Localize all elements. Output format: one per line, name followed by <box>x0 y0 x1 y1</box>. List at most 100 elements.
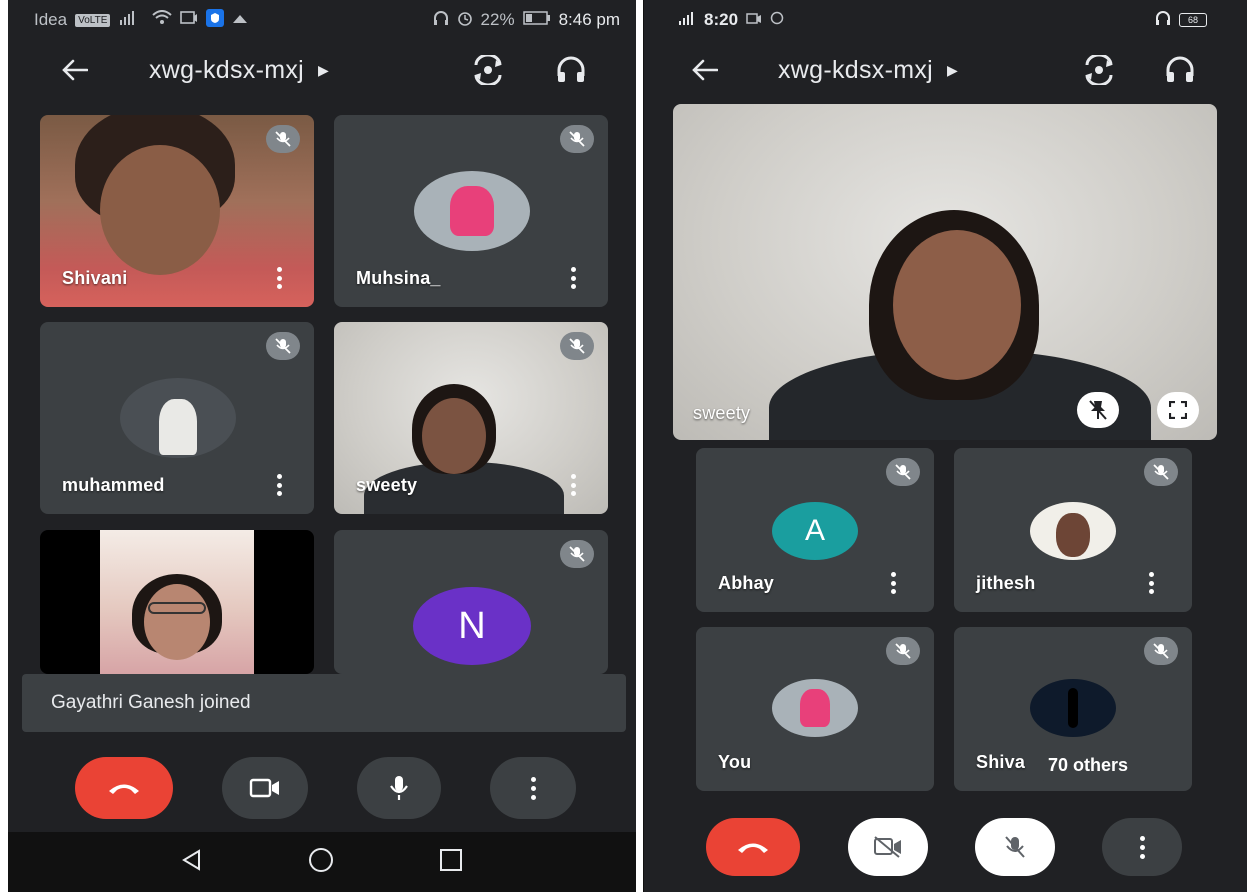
alarm-icon <box>457 10 473 31</box>
clock: 8:46 pm <box>558 10 620 29</box>
avatar-letter: A <box>804 514 825 547</box>
participant-avatar <box>1030 679 1116 737</box>
back-arrow-icon[interactable] <box>60 55 90 85</box>
headphones-icon[interactable] <box>1163 53 1197 87</box>
featured-participant-sweety[interactable]: sweety <box>673 104 1217 440</box>
clock: 8:20 <box>704 10 739 29</box>
microphone-icon <box>390 776 408 800</box>
participant-name: Abhay <box>718 573 775 593</box>
android-navigation-bar <box>8 832 636 892</box>
video-camera-icon <box>249 778 279 798</box>
hang-up-icon <box>109 784 139 794</box>
caret-right-icon: ▶ <box>318 61 330 78</box>
shield-icon <box>206 8 225 32</box>
status-bar: 8:20 68 <box>644 0 1247 40</box>
participant-tile-n[interactable]: N <box>334 530 608 674</box>
participant-tile-abhay[interactable]: A Abhay <box>696 448 934 612</box>
headphones-icon[interactable] <box>554 53 588 87</box>
end-call-button[interactable] <box>706 818 800 876</box>
signal-icon <box>118 10 144 31</box>
fullscreen-button[interactable] <box>1157 392 1199 428</box>
more-options-button[interactable] <box>1102 818 1182 876</box>
more-options-button[interactable] <box>490 757 576 819</box>
muted-mic-icon <box>886 458 920 486</box>
headset-status-icon <box>1155 10 1171 31</box>
meeting-header: xwg-kdsx-mxj ▶ <box>644 45 1247 95</box>
camera-off-button[interactable] <box>848 818 928 876</box>
camera-off-icon <box>874 836 901 858</box>
participant-tile-shiva[interactable]: Shiva 70 others <box>954 627 1192 791</box>
more-vert-icon <box>1139 835 1145 859</box>
switch-camera-icon[interactable] <box>1082 53 1116 87</box>
microphone-off-icon <box>1005 836 1025 858</box>
meeting-code: xwg-kdsx-mxj <box>778 55 933 84</box>
participant-tile-shivani[interactable]: Shivani <box>40 115 314 307</box>
participant-avatar <box>120 378 236 458</box>
nav-home-icon[interactable] <box>308 847 334 878</box>
muted-mic-icon <box>560 540 594 568</box>
more-vert-icon <box>530 776 536 800</box>
unpin-button[interactable] <box>1077 392 1119 428</box>
join-notification: Gayathri Ganesh joined <box>22 674 626 732</box>
participant-tile-sweety[interactable]: sweety <box>334 322 608 514</box>
muted-mic-icon <box>266 332 300 360</box>
participant-avatar <box>772 679 858 737</box>
muted-mic-icon <box>1144 458 1178 486</box>
participant-name: muhammed <box>62 475 165 495</box>
microphone-off-button[interactable] <box>975 818 1055 876</box>
others-count-button[interactable]: 70 others <box>1034 749 1143 782</box>
participant-name: Shivani <box>62 268 128 288</box>
muted-mic-icon <box>886 637 920 665</box>
participant-avatar-letter: N <box>413 587 531 665</box>
meeting-header: xwg-kdsx-mxj ▶ <box>8 45 636 95</box>
nav-back-icon[interactable] <box>181 848 203 876</box>
participant-tile-muhsina[interactable]: Muhsina_ <box>334 115 608 307</box>
signal-icon <box>678 11 696 29</box>
fullscreen-icon <box>1169 401 1187 419</box>
more-options-icon[interactable] <box>274 267 284 289</box>
participant-name: Muhsina_ <box>356 268 441 288</box>
cast-icon <box>180 10 198 30</box>
switch-camera-icon[interactable] <box>471 53 505 87</box>
participant-name: sweety <box>693 403 751 423</box>
right-phone-screen: 8:20 68 xwg-kdsx-mxj ▶ sweety A Abhay ji… <box>643 0 1247 892</box>
battery-icon: 68 <box>1179 13 1207 27</box>
glasses <box>148 602 206 614</box>
more-options-icon[interactable] <box>888 572 898 594</box>
more-options-icon[interactable] <box>1146 572 1156 594</box>
participant-tile-jithesh[interactable]: jithesh <box>954 448 1192 612</box>
unpin-icon <box>1089 400 1107 420</box>
more-options-icon[interactable] <box>568 474 578 496</box>
status-bar: Idea VoLTE 22% 8:46 pm <box>8 0 636 40</box>
cast-icon <box>746 10 762 30</box>
back-arrow-icon[interactable] <box>690 55 720 85</box>
meeting-code-button[interactable]: xwg-kdsx-mxj ▶ <box>149 56 329 85</box>
hang-up-icon <box>738 843 768 853</box>
participant-video <box>100 530 254 674</box>
caret-right-icon: ▶ <box>947 61 959 78</box>
battery-icon <box>522 10 551 30</box>
meeting-code-button[interactable]: xwg-kdsx-mxj ▶ <box>778 56 958 85</box>
participant-tile-muhammed[interactable]: muhammed <box>40 322 314 514</box>
participant-name: You <box>718 752 752 772</box>
participant-name: jithesh <box>976 573 1036 593</box>
participant-tile-you[interactable]: You <box>696 627 934 791</box>
volte-badge: VoLTE <box>75 13 111 27</box>
whatsapp-icon <box>770 10 784 30</box>
muted-mic-icon <box>560 332 594 360</box>
more-options-icon[interactable] <box>274 474 284 496</box>
muted-mic-icon <box>560 125 594 153</box>
muted-mic-icon <box>1144 637 1178 665</box>
carrier-label: Idea <box>34 10 68 29</box>
avatar-letter: N <box>458 604 486 647</box>
headset-status-icon <box>433 10 449 31</box>
camera-button[interactable] <box>222 757 308 819</box>
end-call-button[interactable] <box>75 757 173 819</box>
participant-name: sweety <box>356 475 418 495</box>
participant-avatar <box>414 171 530 251</box>
nav-recents-icon[interactable] <box>439 848 463 877</box>
microphone-button[interactable] <box>357 757 441 819</box>
more-options-icon[interactable] <box>568 267 578 289</box>
cloud-icon <box>232 10 248 30</box>
participant-tile-video[interactable] <box>40 530 314 674</box>
